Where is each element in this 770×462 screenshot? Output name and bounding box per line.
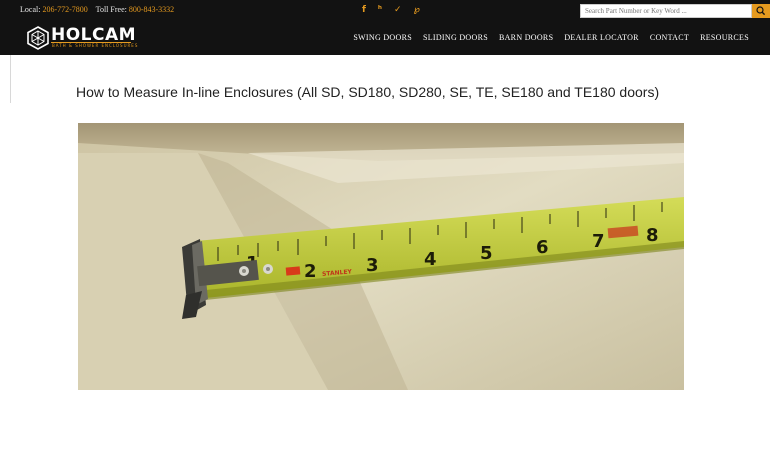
tape-number-8: 8: [646, 225, 659, 246]
tape-number-5: 5: [480, 243, 493, 264]
tollfree-label: Toll Free:: [95, 5, 127, 14]
nav-resources[interactable]: RESOURCES: [700, 33, 749, 42]
tape-number-7: 7: [592, 231, 605, 252]
nav-sliding-doors[interactable]: SLIDING DOORS: [423, 33, 488, 42]
main-navbar: HOLCAM BATH & SHOWER ENCLOSURES SWING DO…: [0, 22, 770, 55]
contact-numbers: Local: 206-772-7800 Toll Free: 800-843-3…: [20, 5, 174, 14]
search-input[interactable]: [580, 4, 752, 18]
tape-number-6: 6: [536, 237, 549, 258]
social-links: f ʰ ✓ ℘: [362, 4, 420, 16]
tollfree-phone-link[interactable]: 800-843-3332: [129, 5, 174, 14]
tape-number-2: 2: [304, 261, 317, 282]
nav-dealer-locator[interactable]: DEALER LOCATOR: [564, 33, 639, 42]
houzz-icon[interactable]: ʰ: [378, 4, 382, 16]
local-label: Local:: [20, 5, 41, 14]
pinterest-icon[interactable]: ℘: [414, 4, 420, 16]
logo-tagline: BATH & SHOWER ENCLOSURES: [52, 43, 139, 48]
top-bar: Local: 206-772-7800 Toll Free: 800-843-3…: [0, 0, 770, 22]
tape-number-3: 3: [366, 255, 379, 276]
nav-contact[interactable]: CONTACT: [650, 33, 689, 42]
tape-number-4: 4: [424, 249, 437, 270]
divider-line: [10, 55, 11, 103]
nav-barn-doors[interactable]: BARN DOORS: [499, 33, 553, 42]
search-button[interactable]: [752, 4, 770, 18]
nav-swing-doors[interactable]: SWING DOORS: [353, 33, 412, 42]
primary-nav: SWING DOORS SLIDING DOORS BARN DOORS DEA…: [342, 33, 749, 42]
twitter-icon[interactable]: ✓: [394, 4, 402, 16]
logo-mark-icon: [27, 26, 49, 50]
page-title: How to Measure In-line Enclosures (All S…: [76, 84, 660, 100]
local-phone-link[interactable]: 206-772-7800: [42, 5, 87, 14]
tape-measure-photo: 1 2 3 4 5 6 7 8 STANLEY: [78, 123, 684, 390]
holcam-logo[interactable]: HOLCAM BATH & SHOWER ENCLOSURES: [27, 25, 137, 51]
magnifier-icon: [756, 6, 766, 16]
facebook-icon[interactable]: f: [362, 4, 366, 16]
